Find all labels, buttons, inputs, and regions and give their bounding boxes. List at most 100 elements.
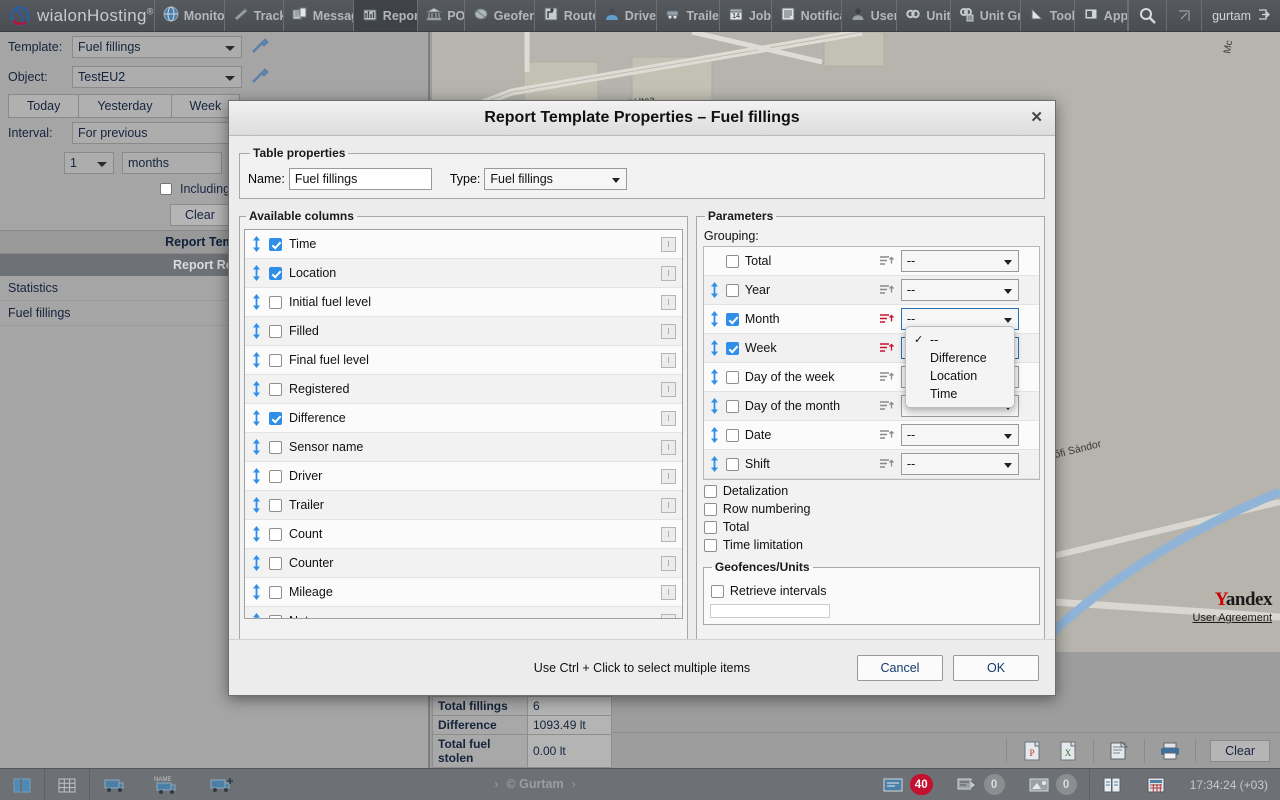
- dropdown-menu-item[interactable]: Time: [906, 385, 1014, 403]
- column-config-button[interactable]: I: [660, 323, 676, 339]
- column-config-button[interactable]: I: [660, 468, 676, 484]
- unit-button[interactable]: [90, 769, 140, 800]
- column-config-button[interactable]: I: [660, 584, 676, 600]
- retrieve-intervals-row[interactable]: Retrieve intervals: [710, 584, 1033, 598]
- nav-item-routes[interactable]: Routes: [535, 0, 596, 31]
- nav-item-reports[interactable]: Reports: [353, 0, 419, 31]
- events-counter[interactable]: 0: [945, 769, 1017, 800]
- nav-item-poi[interactable]: POI: [418, 0, 465, 31]
- nav-item-notifications[interactable]: Notifications: [772, 0, 842, 31]
- including-checkbox[interactable]: [160, 183, 172, 195]
- column-config-button[interactable]: I: [660, 439, 676, 455]
- logout-icon[interactable]: [1257, 8, 1270, 24]
- option-checkbox[interactable]: [703, 484, 717, 498]
- grouping-checkbox[interactable]: [725, 254, 739, 268]
- column-config-button[interactable]: I: [660, 265, 676, 281]
- template-select[interactable]: Fuel fillings: [72, 36, 242, 58]
- book-button[interactable]: [1090, 769, 1134, 800]
- column-checkbox[interactable]: [269, 295, 282, 309]
- nav-item-units[interactable]: Units: [897, 0, 951, 31]
- object-select[interactable]: TestEU2: [72, 66, 242, 88]
- nav-item-geofences[interactable]: Geofences: [465, 0, 535, 31]
- grouping-checkbox[interactable]: [725, 457, 739, 471]
- geofences-input[interactable]: [709, 604, 830, 618]
- column-checkbox[interactable]: [269, 527, 282, 541]
- interval-count-select[interactable]: 1: [64, 152, 114, 174]
- column-row[interactable]: Mileage I: [245, 578, 682, 607]
- retrieve-intervals-checkbox[interactable]: [710, 584, 724, 598]
- column-checkbox[interactable]: [269, 440, 282, 454]
- column-row[interactable]: Filled I: [245, 317, 682, 346]
- column-config-button[interactable]: I: [660, 352, 676, 368]
- column-row[interactable]: Sensor name I: [245, 433, 682, 462]
- grouping-checkbox[interactable]: [725, 428, 739, 442]
- map-clear-button[interactable]: Clear: [1210, 739, 1270, 762]
- column-config-button[interactable]: I: [660, 526, 676, 542]
- grouping-select[interactable]: --: [900, 453, 1019, 475]
- close-icon[interactable]: ✕: [1030, 110, 1043, 125]
- images-counter[interactable]: 0: [1017, 769, 1089, 800]
- grouping-row[interactable]: Shift --: [703, 450, 1039, 479]
- column-row[interactable]: Initial fuel level I: [245, 288, 682, 317]
- user-menu[interactable]: gurtam: [1201, 0, 1280, 31]
- option-row[interactable]: Time limitation: [703, 538, 1040, 552]
- nav-item-monitoring[interactable]: Monitoring: [155, 0, 225, 31]
- tab-today[interactable]: Today: [8, 94, 79, 118]
- user-agreement-link[interactable]: User Agreement: [1193, 612, 1272, 624]
- sidebar-clear-button[interactable]: Clear: [170, 204, 230, 226]
- column-checkbox[interactable]: [269, 237, 282, 251]
- column-row[interactable]: Trailer I: [245, 491, 682, 520]
- column-config-button[interactable]: I: [660, 381, 676, 397]
- option-row[interactable]: Row numbering: [703, 502, 1040, 516]
- export-excel-icon[interactable]: X: [1057, 740, 1079, 762]
- column-row[interactable]: Registered I: [245, 375, 682, 404]
- nav-item-trailers[interactable]: Trailers: [657, 0, 720, 31]
- nav-item-apps[interactable]: Apps: [1075, 0, 1129, 31]
- nav-item-messages[interactable]: Messages: [284, 0, 354, 31]
- column-checkbox[interactable]: [269, 585, 282, 599]
- grouping-select[interactable]: --: [900, 424, 1019, 446]
- column-config-button[interactable]: I: [660, 236, 676, 252]
- unit-name-button[interactable]: NAME: [140, 769, 196, 800]
- option-row[interactable]: Detalization: [703, 484, 1040, 498]
- column-checkbox[interactable]: [269, 353, 282, 367]
- column-checkbox[interactable]: [269, 324, 282, 338]
- grouping-select[interactable]: --: [900, 279, 1019, 301]
- column-config-button[interactable]: I: [660, 613, 676, 618]
- nav-item-users[interactable]: Users: [842, 0, 898, 31]
- nav-item-drivers[interactable]: Drivers: [596, 0, 658, 31]
- grid-toggle[interactable]: [45, 769, 89, 800]
- export-pdf-icon[interactable]: P: [1021, 740, 1043, 762]
- grouping-checkbox[interactable]: [725, 312, 739, 326]
- nav-item-tracks[interactable]: Tracks: [225, 0, 284, 31]
- column-checkbox[interactable]: [269, 382, 282, 396]
- type-select[interactable]: Fuel fillings: [484, 168, 628, 190]
- column-row[interactable]: Location I: [245, 259, 682, 288]
- dropdown-menu-item[interactable]: ✓ --: [906, 331, 1014, 349]
- grouping-select[interactable]: --: [900, 250, 1019, 272]
- column-config-button[interactable]: I: [660, 410, 676, 426]
- available-columns-list[interactable]: Time I Location I Initial fuel level I Filled I…: [244, 229, 683, 619]
- column-checkbox[interactable]: [269, 469, 282, 483]
- column-row[interactable]: Difference I: [245, 404, 682, 433]
- print-icon[interactable]: [1159, 740, 1181, 762]
- grouping-row[interactable]: Date --: [703, 421, 1039, 450]
- column-row[interactable]: Count I: [245, 520, 682, 549]
- column-config-button[interactable]: I: [660, 555, 676, 571]
- column-checkbox[interactable]: [269, 556, 282, 570]
- name-input[interactable]: Fuel fillings: [288, 168, 432, 190]
- cancel-button[interactable]: Cancel: [857, 654, 943, 681]
- option-checkbox[interactable]: [703, 538, 717, 552]
- sort-column-dropdown-menu[interactable]: ✓ -- Difference Location Time: [905, 326, 1015, 408]
- column-row[interactable]: Final fuel level I: [245, 346, 682, 375]
- grouping-row[interactable]: Year --: [703, 276, 1039, 305]
- column-checkbox[interactable]: [269, 614, 282, 618]
- option-row[interactable]: Total: [703, 520, 1040, 534]
- dropdown-menu-item[interactable]: Difference: [906, 349, 1014, 367]
- column-row[interactable]: Counter I: [245, 549, 682, 578]
- column-row[interactable]: Time I: [245, 230, 682, 259]
- search-icon[interactable]: [1128, 0, 1166, 31]
- calculator-button[interactable]: [1134, 769, 1178, 800]
- grouping-checkbox[interactable]: [725, 283, 739, 297]
- object-settings-icon[interactable]: [250, 67, 270, 87]
